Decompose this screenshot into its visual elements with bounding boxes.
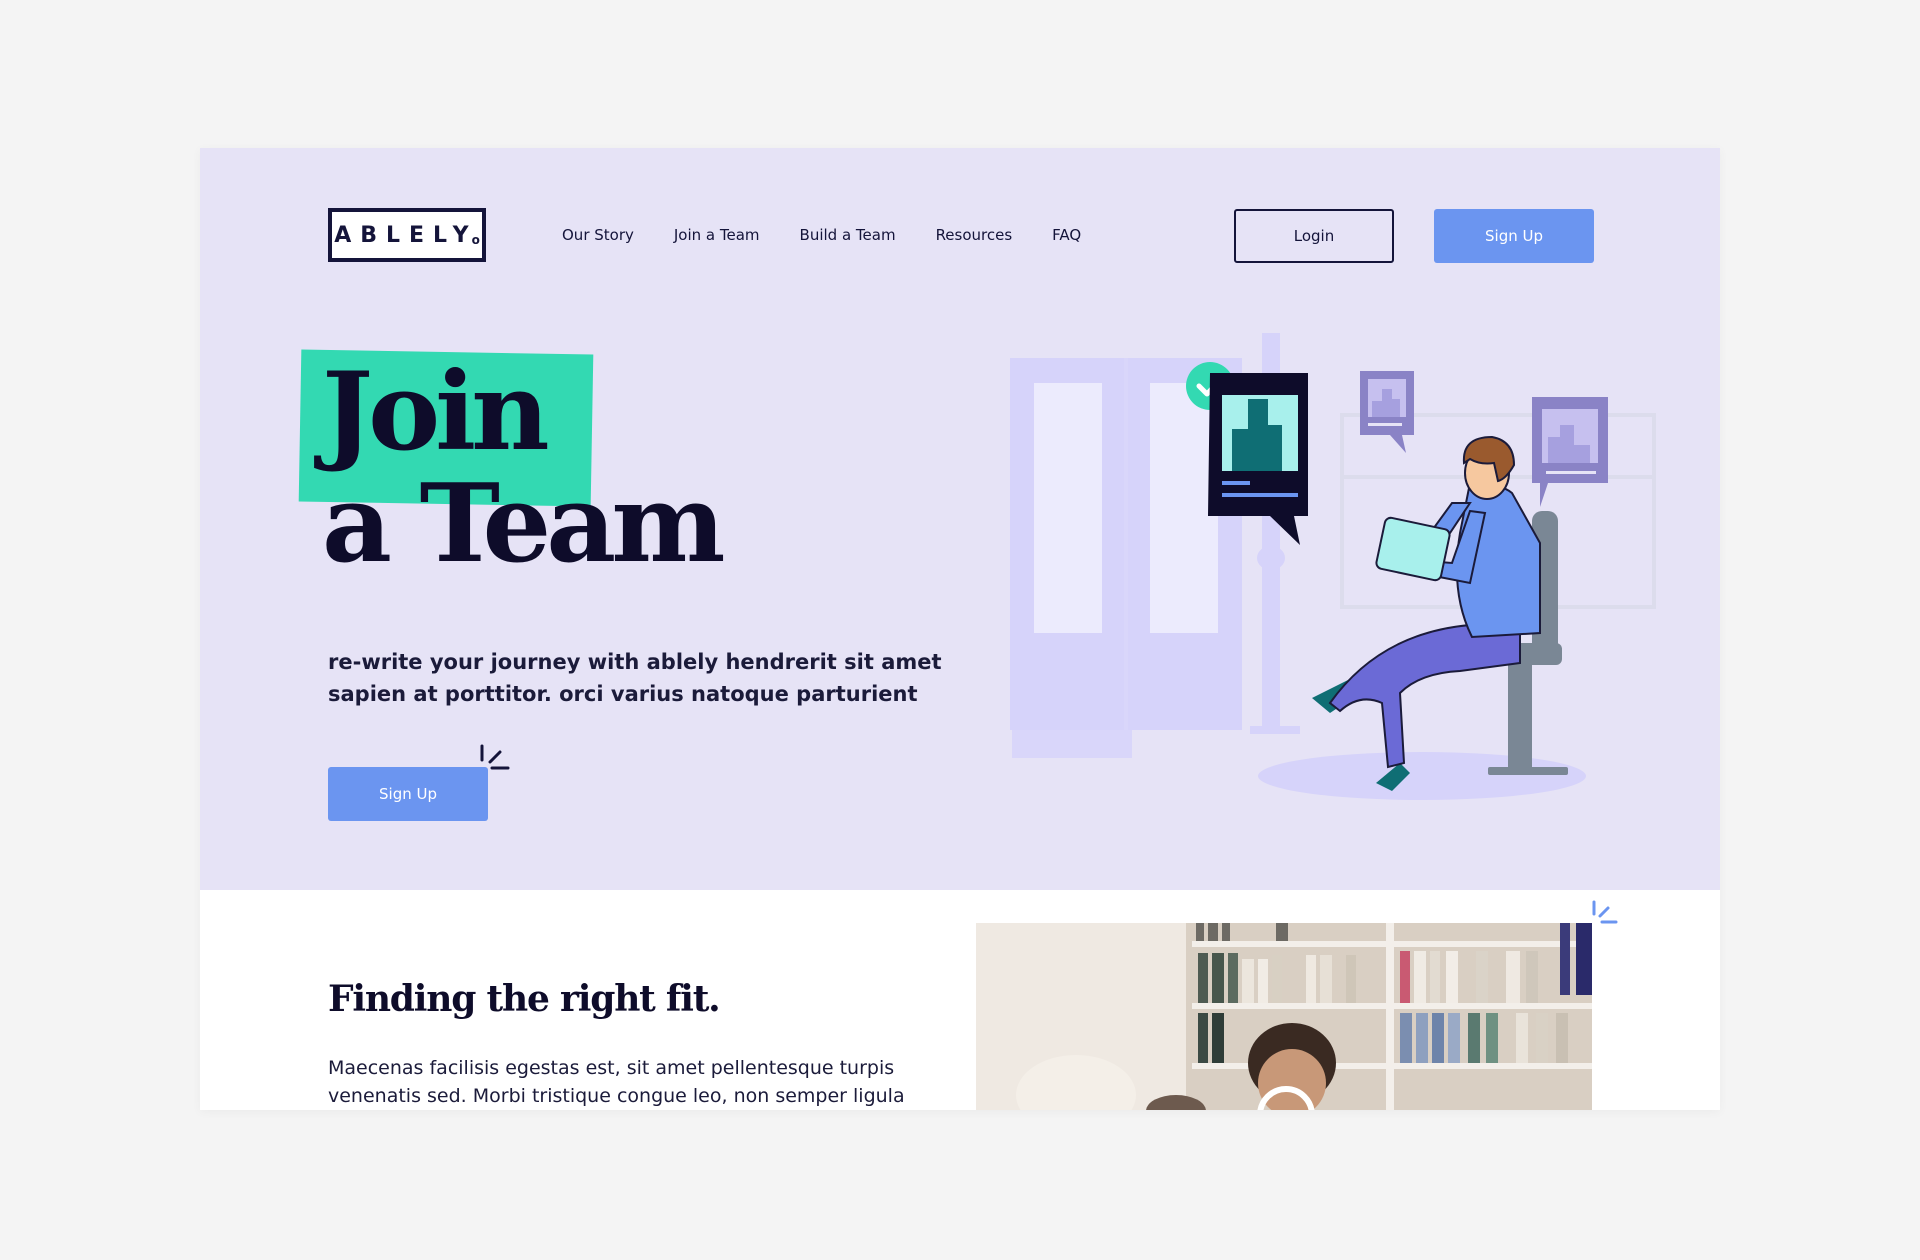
floor-shadow [1258, 752, 1586, 800]
main-nav: Our Story Join a Team Build a Team Resou… [562, 226, 1121, 244]
hero-wave-divider [200, 868, 1720, 882]
logo[interactable]: ABLELY o [328, 208, 486, 262]
nav-item-resources[interactable]: Resources [936, 226, 1013, 244]
hero-subtitle: re-write your journey with ablely hendre… [328, 650, 942, 706]
nav-item-build-a-team[interactable]: Build a Team [800, 226, 896, 244]
sparkle-icon [480, 744, 510, 770]
person-with-tablet-icon [1312, 435, 1541, 791]
hero-illustration [1010, 333, 1656, 800]
section-title: Finding the right fit. [328, 978, 721, 1020]
library-photo [976, 923, 1592, 1110]
headline-line-2: a Team [322, 461, 726, 587]
nav-item-our-story[interactable]: Our Story [562, 226, 634, 244]
chart-card-small-icon [1360, 371, 1414, 453]
nav-item-join-a-team[interactable]: Join a Team [674, 226, 760, 244]
hero-signup-button[interactable]: Sign Up [328, 767, 488, 821]
logo-text: ABLELY [334, 222, 478, 248]
hero-headline: Join a Team [322, 349, 726, 587]
page-frame: ABLELY o Our Story Join a Team Build a Te… [200, 148, 1720, 1110]
section-body: Maecenas facilisis egestas est, sit amet… [328, 1057, 905, 1107]
logo-mark: o [471, 233, 480, 247]
headline-line-1: Join [322, 349, 550, 475]
sparkle-icon-secondary [1592, 900, 1618, 924]
nav-signup-button[interactable]: Sign Up [1434, 209, 1594, 263]
nav-item-faq[interactable]: FAQ [1052, 226, 1081, 244]
login-button[interactable]: Login [1234, 209, 1394, 263]
chart-card-right-icon [1532, 397, 1608, 507]
